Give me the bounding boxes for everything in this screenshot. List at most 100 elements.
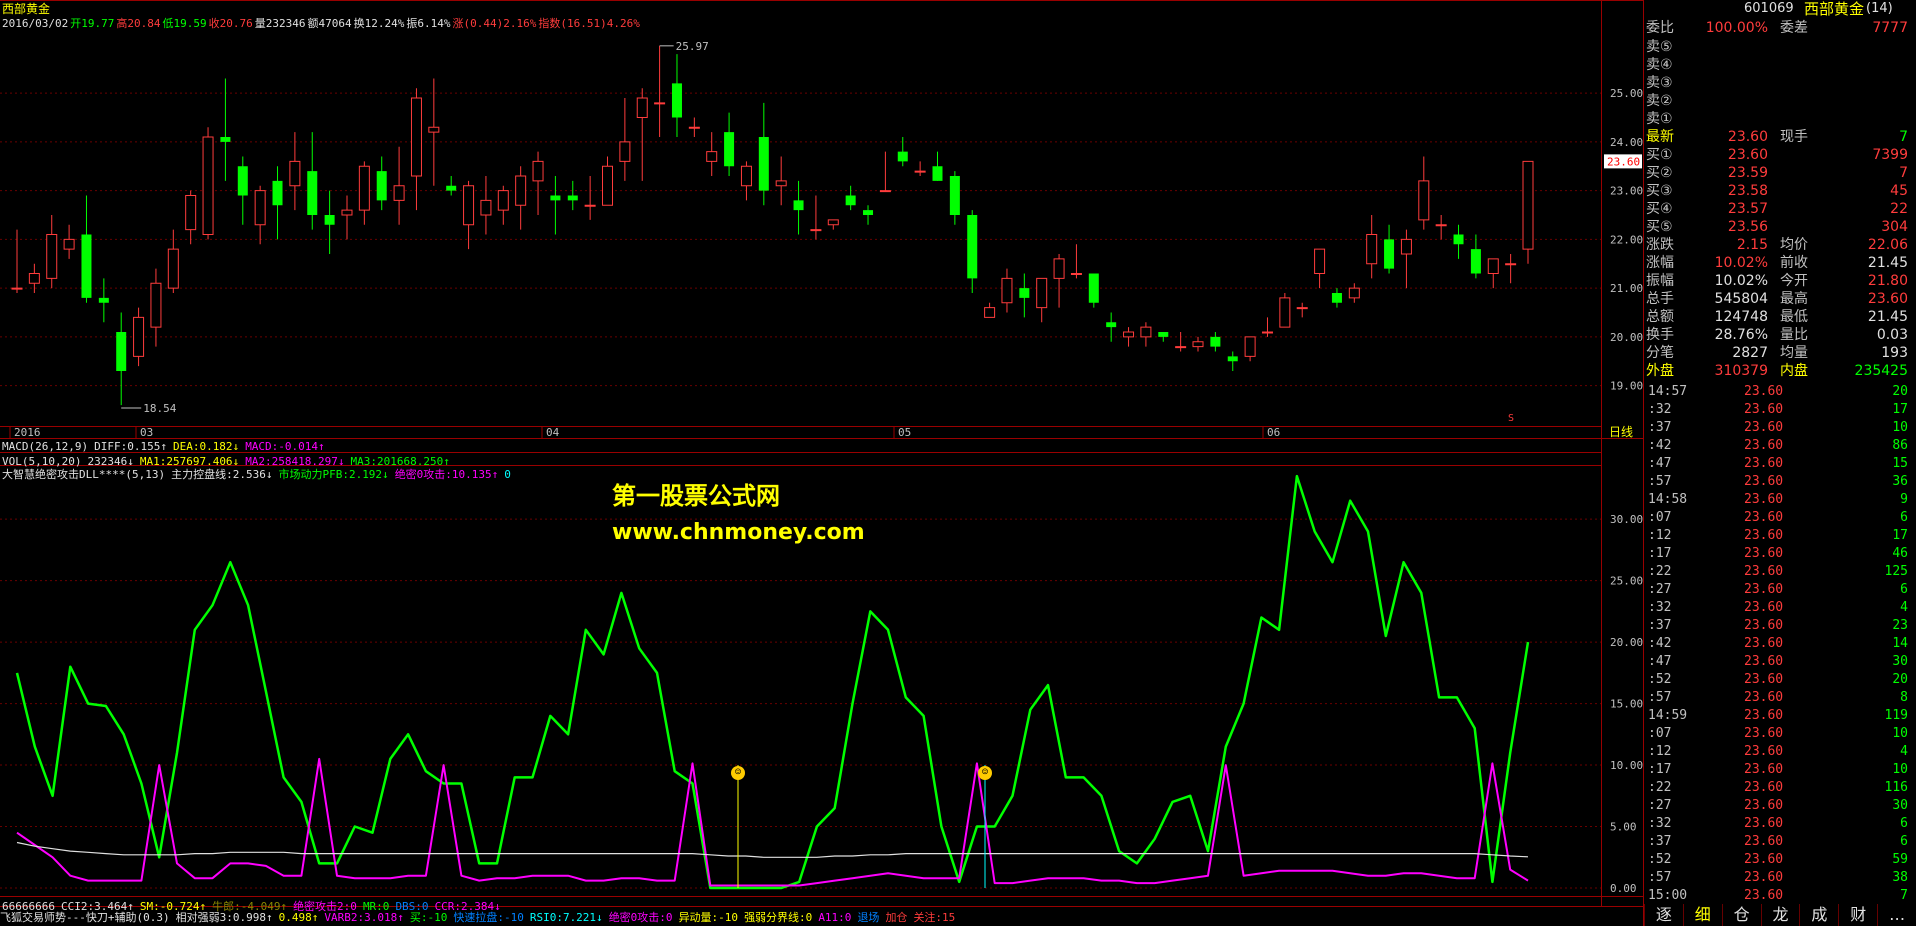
buy-level: 买③ 23.58 45 [1646,183,1908,199]
tick-row: 14:59 23.60 119 [1648,708,1908,723]
low-label: 18.54 [143,402,176,415]
candle-body [602,165,614,206]
stat-row: 总手 545804 最高 23.60 [1646,291,1908,307]
tick-row: :22 23.60 125 [1648,564,1908,579]
candle-body [688,126,700,129]
candle-body [1314,248,1326,274]
candle-body [845,195,856,206]
candle-body [1106,322,1117,328]
candle-body [185,195,197,231]
candle-body [984,307,996,318]
candle-body [289,160,301,187]
tab-4[interactable]: 成 [1799,904,1838,926]
candle-body [1175,346,1187,349]
sell-level: 卖⑤ [1646,39,1673,55]
candle-body [775,180,787,187]
stock-code: 601069 [1744,1,1794,16]
candle-body [220,137,231,142]
candle-body [1470,249,1481,274]
candle-body [358,165,370,211]
tick-row: :32 23.60 17 [1648,402,1908,417]
legend-item: 异动量:-10 [678,911,739,924]
candle-body [116,332,127,371]
candle-body [1227,356,1238,362]
tick-row: :32 23.60 6 [1648,816,1908,831]
sell-level: 卖④ [1646,57,1673,73]
period-button: 日线 [1609,425,1633,439]
legend-item: 买:-10 [409,911,448,924]
legend-item: 大智慧绝密攻击DLL****(5,13) [2,468,166,481]
legend-item: 0 [504,468,511,481]
tab-2[interactable]: 仓 [1721,904,1761,926]
price-tick-label: 19.00 [1610,380,1643,393]
stat-row: 换手 28.76% 量比 0.03 [1646,327,1908,343]
macd-legend: MACD(26,12,9) DIFF:0.155↑ DEA:0.182↓ MACD:-… [2,440,331,453]
legend-item: A11:0 [818,911,852,924]
candle-body [376,171,387,201]
legend-item: 关注:15 [913,911,956,924]
candle-body [1348,287,1360,299]
smiley-icon: ☺ [731,766,745,780]
main-tick-label: 20.00 [1610,636,1643,649]
indicator-series-1 [16,757,1529,887]
candle-body [393,185,405,201]
candle-body [1070,273,1082,275]
quote-header: 601069 西部黄金 (14) [1644,0,1916,20]
date-label: 06 [1267,426,1280,439]
tab-6[interactable]: … [1877,904,1916,926]
tick-row: :57 23.60 36 [1648,474,1908,489]
candle-body [636,97,648,118]
legend-item: 开19.77 [70,17,115,30]
tick-row: :52 23.60 59 [1648,852,1908,867]
legend-item: 量232346 [254,17,306,30]
candle-body [167,248,179,289]
tab-5[interactable]: 财 [1838,904,1877,926]
candle-body [1158,332,1169,337]
quote-panel: 601069 西部黄金 (14) 委比 100.00% 委差 7777 卖⑤ 卖④… [1644,0,1916,926]
candle-body [1435,224,1447,227]
legend-item: 指数(16.51)4.26% [538,17,640,30]
candle-body [11,287,23,290]
main-tick-label: 5.00 [1610,821,1637,834]
candle-body [1088,273,1099,303]
tick-row: :22 23.60 116 [1648,780,1908,795]
legend-item: 市场动力PFB:2.192↓ [278,468,389,481]
tick-row: :37 23.60 10 [1648,420,1908,435]
candle-body [550,195,561,201]
date-label: 04 [546,426,560,439]
tick-row: :17 23.60 46 [1648,546,1908,561]
tab-3[interactable]: 龙 [1760,904,1800,926]
candle-body [133,316,145,357]
legend-item: 收20.76 [208,17,253,30]
price-tick-label: 20.00 [1610,331,1643,344]
tick-row: :12 23.60 17 [1648,528,1908,543]
stat-row: 总额 124748 最低 21.45 [1646,309,1908,325]
weibi-row: 委比 100.00% 委差 7777 [1646,20,1908,36]
candle-body [584,204,596,207]
outer-inner-row: 外盘 310379 内盘 235425 [1646,363,1908,379]
price-tick-label: 21.00 [1610,282,1643,295]
signal-s-icon: S [1508,413,1514,424]
candle-body [1505,263,1517,266]
legend-item: 主力控盘线:2.536↓ [171,468,273,481]
legend-item: 换12.24% [353,17,405,30]
tab-1[interactable]: 细 [1682,904,1722,926]
tab-0[interactable]: 逐 [1644,904,1683,926]
tick-row: :07 23.60 6 [1648,510,1908,525]
candle-body [671,83,682,118]
current-price-label: 23.60 [1607,155,1640,168]
tick-row: :42 23.60 14 [1648,636,1908,651]
candle-body [1400,238,1412,255]
legend-item: 绝密0攻击:10.135↑ [394,468,499,481]
legend-item: 强弱分界线:0 [744,911,813,924]
candle-body [428,126,440,133]
candle-body [654,102,666,105]
price-tick-label: 22.00 [1610,233,1643,246]
last-price-row: 最新 23.60 现手 7 [1646,129,1908,145]
candle-body [63,238,75,250]
candle-body [1192,341,1204,348]
candle-body [863,210,874,215]
tick-row: :57 23.60 38 [1648,870,1908,885]
legend-item: 振6.14% [406,17,451,30]
candle-body [1331,293,1342,303]
